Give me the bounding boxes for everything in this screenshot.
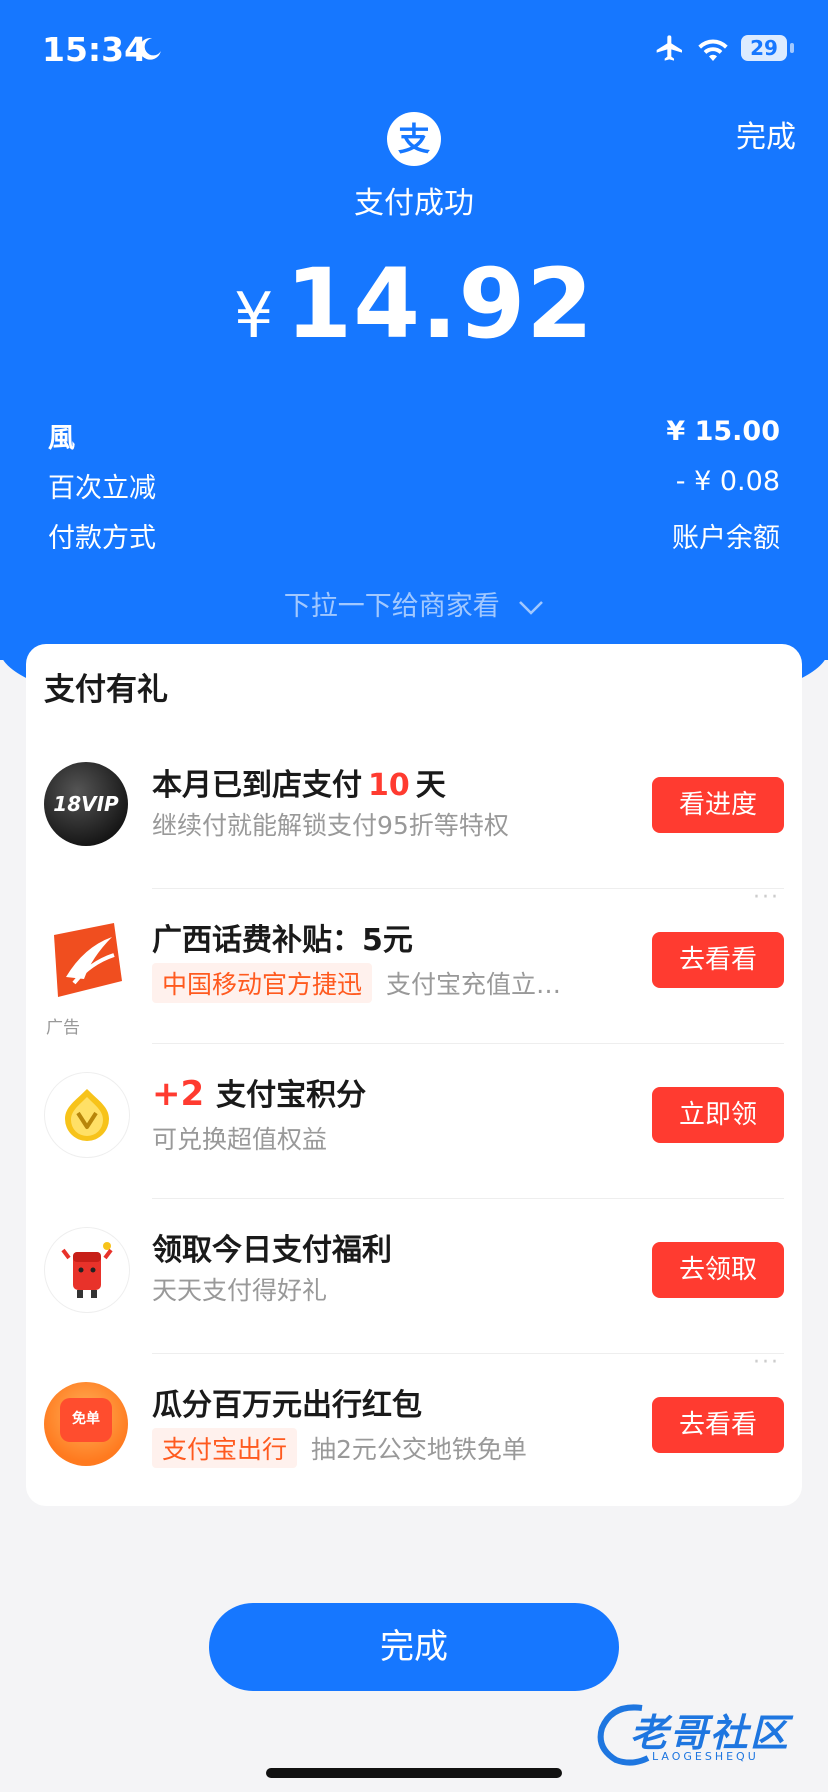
original-price: ¥ 15.00 [666, 416, 780, 447]
payment-method-label: 付款方式 [48, 523, 156, 554]
vip-icon-text: 18VIP [53, 792, 119, 816]
rewards-card-title: 支付有礼 [44, 672, 168, 708]
discount-label: 百次立减 [48, 473, 156, 504]
subtitle-text: 抽2元公交地铁免单 [311, 1435, 527, 1464]
wifi-icon [698, 39, 728, 61]
currency-symbol: ¥ [233, 279, 274, 352]
discount-value: - ¥ 0.08 [675, 466, 780, 497]
subtitle-text: 支付宝充值立… [386, 970, 562, 999]
reward-item-title: +2 支付宝积分 [152, 1070, 366, 1114]
title-text: 本月已到店支付 [152, 768, 362, 803]
reward-item-title: 本月已到店支付 10 天 [152, 760, 446, 804]
done-button[interactable]: 完成 [209, 1603, 619, 1691]
battery-indicator: 29 [741, 35, 787, 61]
watermark-subtext: LAOGESHEQU [652, 1750, 759, 1763]
detail-row-discount: 百次立减 - ¥ 0.08 [48, 466, 780, 506]
rewards-card: 支付有礼 18VIP 本月已到店支付 10 天 继续付就能解锁支付95折等特权 看进… [26, 644, 802, 1506]
red-envelope-mascot [61, 1242, 113, 1298]
pull-down-hint[interactable]: 下拉一下给商家看 [0, 584, 828, 623]
divider [152, 888, 784, 889]
go-claim-button[interactable]: 去领取 [652, 1242, 784, 1298]
divider [152, 1353, 784, 1354]
points-amount: +2 [152, 1074, 205, 1114]
reward-item-store-visits[interactable]: 18VIP 本月已到店支付 10 天 继续付就能解锁支付95折等特权 看进度 [26, 750, 802, 905]
merchant-name: 風 [48, 423, 75, 454]
go-see-button[interactable]: 去看看 [652, 1397, 784, 1453]
reward-item-points[interactable]: +2 支付宝积分 可兑换超值权益 立即领 [26, 1060, 802, 1215]
red-envelope-icon [44, 1227, 130, 1313]
payment-amount: ¥14.92 [0, 248, 828, 360]
china-mobile-icon [44, 917, 128, 1001]
reward-item-title: 瓜分百万元出行红包 [152, 1388, 422, 1423]
title-text: 支付宝积分 [216, 1078, 367, 1113]
battery-level: 29 [750, 36, 778, 60]
watermark-text: 老哥社区 [630, 1711, 791, 1755]
alipay-logo-char: 支 [397, 120, 430, 158]
alipay-logo-icon: 支 [387, 112, 441, 166]
amount-value: 14.92 [285, 248, 595, 360]
payment-status: 支付成功 [354, 186, 474, 221]
reward-item-subtitle: 支付宝出行 抽2元公交地铁免单 [152, 1428, 527, 1468]
ad-label: 广告 [46, 1018, 80, 1038]
more-options-icon[interactable]: ··· [753, 885, 780, 910]
status-time: 15:34 [42, 30, 148, 69]
vip-18-icon: 18VIP [44, 762, 128, 846]
voucher-icon-text: 免单 [72, 1411, 100, 1427]
divider [152, 1198, 784, 1199]
payment-method-value: 账户余额 [672, 523, 780, 554]
pull-down-text: 下拉一下给商家看 [283, 591, 500, 622]
china-mobile-logo [54, 923, 122, 997]
reward-item-title: 广西话费补贴：5元 [152, 923, 413, 958]
view-progress-button[interactable]: 看进度 [652, 777, 784, 833]
go-see-button[interactable]: 去看看 [652, 932, 784, 988]
reward-item-subtitle: 天天支付得好礼 [152, 1276, 328, 1305]
reward-item-subtitle: 可兑换超值权益 [152, 1125, 328, 1154]
reward-item-phone-subsidy[interactable]: ··· 广告 广西话费补贴：5元 中国移动官方捷迅 支付宝充值立… 去看看 [26, 885, 802, 1060]
home-indicator [266, 1768, 562, 1778]
battery-cap [790, 43, 794, 53]
title-suffix: 天 [415, 768, 446, 803]
points-coin-icon [44, 1072, 130, 1158]
done-link[interactable]: 完成 [736, 112, 796, 156]
divider [152, 1043, 784, 1044]
reward-item-title: 领取今日支付福利 [152, 1233, 392, 1268]
reward-item-travel[interactable]: ··· 免单 瓜分百万元出行红包 支付宝出行 抽2元公交地铁免单 去看看 [26, 1350, 802, 1525]
detail-row-method: 付款方式 账户余额 [48, 516, 780, 556]
reward-item-daily-benefit[interactable]: 领取今日支付福利 天天支付得好礼 去领取 [26, 1215, 802, 1370]
airplane-icon [656, 35, 682, 61]
travel-voucher-icon: 免单 [44, 1382, 128, 1466]
reward-item-subtitle: 中国移动官方捷迅 支付宝充值立… [152, 963, 561, 1003]
merchant-tag: 支付宝出行 [152, 1428, 298, 1468]
detail-row-merchant: 風 ¥ 15.00 [48, 416, 780, 456]
visit-days-count: 10 [368, 768, 410, 803]
reward-item-subtitle: 继续付就能解锁支付95折等特权 [152, 811, 509, 840]
chevron-down-icon [519, 600, 544, 615]
claim-now-button[interactable]: 立即领 [652, 1087, 784, 1143]
more-options-icon[interactable]: ··· [753, 1350, 780, 1375]
watermark-logo: 老哥社区 LAOGESHEQU [592, 1696, 812, 1772]
coin-icon [65, 1089, 109, 1141]
merchant-tag: 中国移动官方捷迅 [152, 963, 373, 1003]
moon-icon [139, 37, 161, 60]
